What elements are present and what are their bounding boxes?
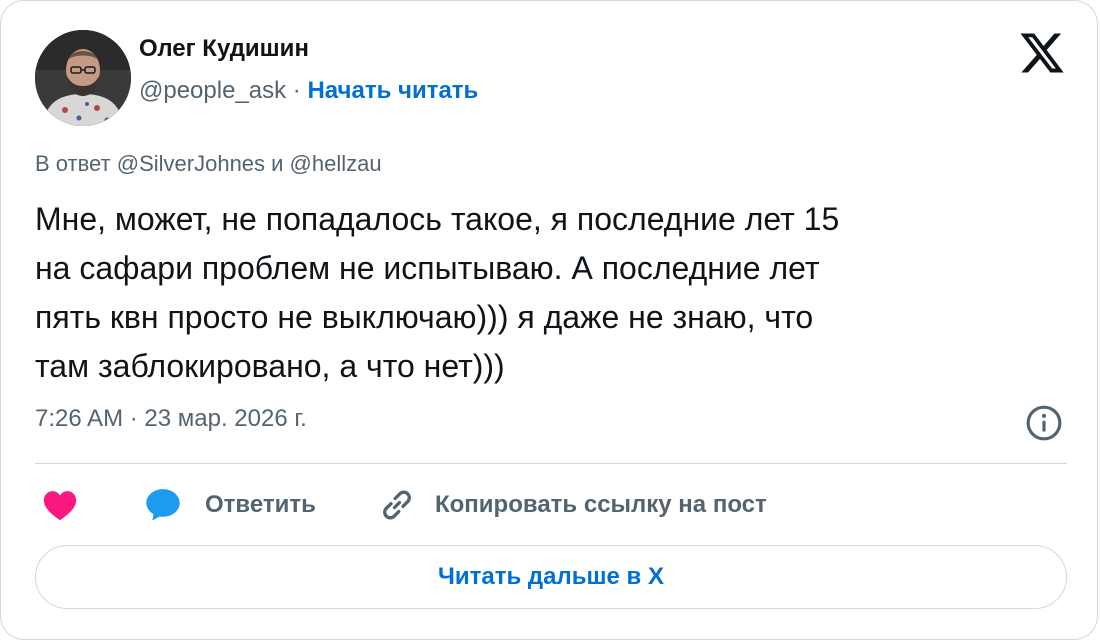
handle-separator: · xyxy=(286,77,308,104)
copy-link-button[interactable]: Копировать ссылку на пост xyxy=(377,484,767,526)
author-meta: @people_ask · Начать читать xyxy=(139,77,478,105)
tweet-text: Мне, может, не попадалось такое, я после… xyxy=(35,195,1055,391)
heart-icon[interactable] xyxy=(41,486,79,524)
reply-label: Ответить xyxy=(205,491,316,518)
reply-button[interactable]: Ответить xyxy=(143,484,316,526)
speech-bubble-icon xyxy=(146,489,180,521)
follow-button[interactable]: Начать читать xyxy=(307,77,478,104)
x-logo-icon[interactable] xyxy=(1018,29,1066,77)
author-handle[interactable]: @people_ask xyxy=(139,77,286,104)
avatar-photo xyxy=(35,30,131,126)
tweet-text-line: на сафари проблем не испытываю. А послед… xyxy=(35,250,820,286)
tweet-text-line: там заблокировано, а что нет))) xyxy=(35,348,505,384)
divider xyxy=(35,463,1067,464)
copy-link-label: Копировать ссылку на пост xyxy=(435,491,767,518)
tweet-text-line: пять квн просто не выключаю))) я даже не… xyxy=(35,299,814,335)
author-name[interactable]: Олег Кудишин xyxy=(139,35,309,63)
avatar[interactable] xyxy=(35,30,131,126)
info-icon[interactable] xyxy=(1025,404,1063,442)
reply-context: В ответ @SilverJohnes и @hellzau xyxy=(35,151,382,176)
read-more-button[interactable]: Читать дальше в X xyxy=(35,545,1067,609)
tweet-timestamp[interactable]: 7:26 AM · 23 мар. 2026 г. xyxy=(35,405,307,433)
tweet-card: Олег Кудишин @people_ask · Начать читать… xyxy=(0,0,1098,640)
tweet-text-line: Мне, может, не попадалось такое, я после… xyxy=(35,201,840,237)
link-icon xyxy=(383,490,411,520)
